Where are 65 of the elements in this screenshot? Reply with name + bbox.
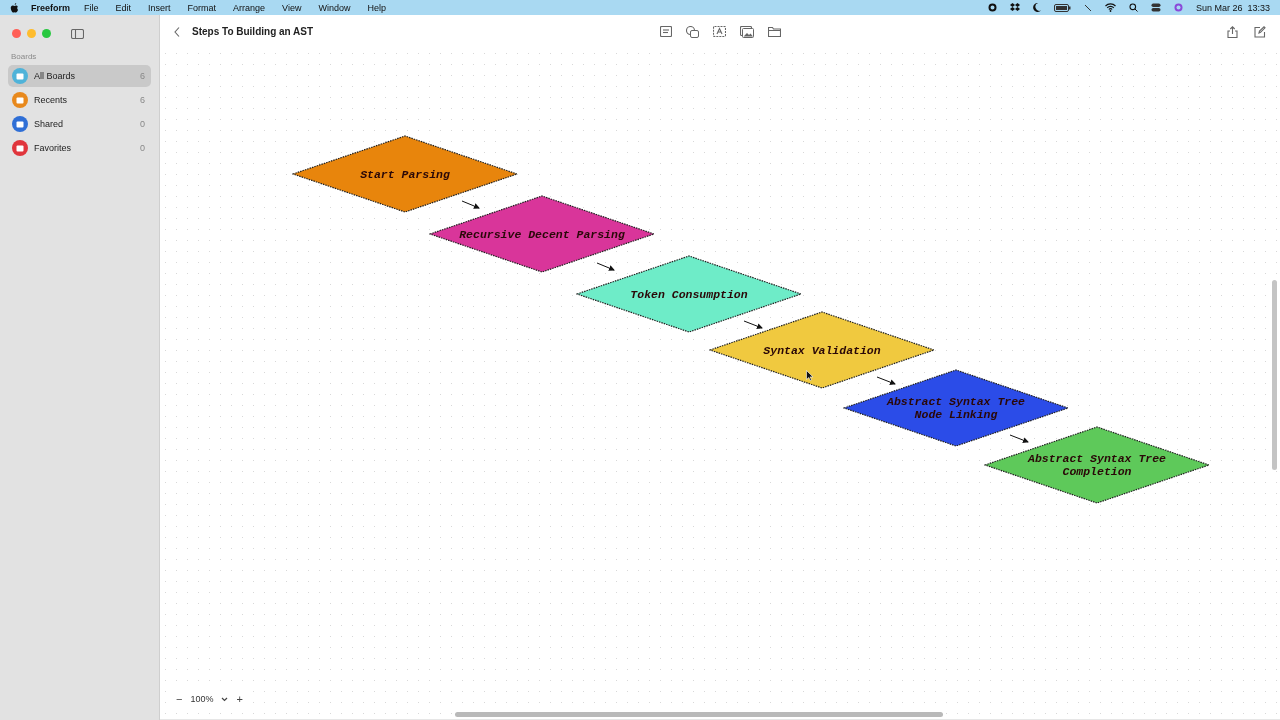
menu-item[interactable]: Format bbox=[187, 2, 217, 13]
vertical-scrollbar[interactable] bbox=[1272, 280, 1277, 470]
sidebar-toggle-icon[interactable] bbox=[71, 28, 84, 39]
image-icon[interactable] bbox=[739, 25, 754, 38]
battery-icon[interactable] bbox=[1053, 3, 1071, 12]
menu-item[interactable]: Help bbox=[367, 2, 386, 13]
menu-item[interactable]: File bbox=[84, 2, 99, 13]
back-icon[interactable] bbox=[174, 26, 180, 37]
item-label: Recents bbox=[34, 95, 68, 105]
sidebar-item[interactable]: Shared 0 bbox=[8, 113, 151, 135]
menu-item[interactable]: Insert bbox=[148, 2, 171, 13]
sidebar-item[interactable]: Favorites 0 bbox=[8, 137, 151, 159]
node-label: Abstract Syntax Tree Node Linking bbox=[887, 395, 1025, 421]
record-icon[interactable] bbox=[987, 3, 997, 12]
moon-icon[interactable] bbox=[1032, 3, 1041, 12]
zoom-level[interactable]: 100% bbox=[190, 694, 214, 704]
connector-arrow[interactable] bbox=[743, 320, 763, 329]
zoom-in-button[interactable]: + bbox=[236, 693, 243, 705]
diamond-shape[interactable] bbox=[843, 369, 1069, 447]
folder-icon[interactable] bbox=[767, 26, 781, 37]
diamond-shape[interactable] bbox=[429, 195, 655, 273]
text-box-icon[interactable] bbox=[712, 26, 726, 37]
menu-item[interactable]: Arrange bbox=[233, 2, 266, 13]
item-count: 0 bbox=[140, 143, 145, 153]
connector-arrow[interactable] bbox=[596, 262, 615, 271]
control-center-icon[interactable] bbox=[1150, 3, 1161, 12]
connector-arrow[interactable] bbox=[1009, 434, 1029, 443]
node-label: Start Parsing bbox=[360, 167, 450, 181]
cursor-icon bbox=[806, 370, 814, 381]
sidebar-item[interactable]: Recents 6 bbox=[8, 89, 151, 111]
connector-arrow[interactable] bbox=[876, 376, 896, 385]
node-label: Abstract Syntax Tree Completion bbox=[1028, 452, 1166, 478]
node-label: Recursive Decent Parsing bbox=[459, 227, 625, 241]
diamond-shape[interactable] bbox=[576, 255, 802, 333]
box-icon[interactable] bbox=[1009, 3, 1020, 12]
slash-icon[interactable] bbox=[1083, 3, 1092, 12]
diamond-shape[interactable] bbox=[292, 135, 518, 213]
app-menu[interactable]: Freeform bbox=[31, 2, 70, 13]
share-icon[interactable] bbox=[1227, 25, 1238, 38]
menu-item[interactable]: Window bbox=[318, 2, 351, 13]
menu-item[interactable]: View bbox=[282, 2, 302, 13]
wifi-icon[interactable] bbox=[1104, 3, 1116, 12]
item-count: 6 bbox=[140, 95, 145, 105]
menu-item[interactable]: Edit bbox=[115, 2, 132, 13]
item-count: 0 bbox=[140, 119, 145, 129]
zoom-out-button[interactable]: − bbox=[176, 693, 183, 705]
connector-arrow[interactable] bbox=[461, 200, 480, 209]
note-icon[interactable] bbox=[659, 26, 672, 37]
compose-icon[interactable] bbox=[1254, 25, 1266, 38]
diamond-shape[interactable] bbox=[709, 311, 935, 389]
search-icon[interactable] bbox=[1128, 3, 1138, 12]
siri-icon[interactable] bbox=[1173, 3, 1183, 12]
item-label: Favorites bbox=[34, 143, 71, 153]
node-label: Token Consumption bbox=[630, 287, 748, 301]
item-label: All Boards bbox=[34, 71, 76, 81]
horizontal-scrollbar[interactable] bbox=[455, 712, 943, 717]
chevron-down-icon[interactable] bbox=[221, 696, 229, 702]
board-title: Steps To Building an AST bbox=[192, 26, 314, 37]
shapes-icon[interactable] bbox=[685, 25, 699, 38]
node-label: Syntax Validation bbox=[763, 343, 881, 357]
item-label: Shared bbox=[34, 119, 64, 129]
apple-icon[interactable] bbox=[10, 2, 19, 13]
diamond-shape[interactable] bbox=[984, 426, 1210, 504]
sidebar-heading: Boards bbox=[11, 52, 38, 61]
menu-bar-clock[interactable]: Sun Mar 26 13:33 bbox=[1195, 2, 1270, 13]
